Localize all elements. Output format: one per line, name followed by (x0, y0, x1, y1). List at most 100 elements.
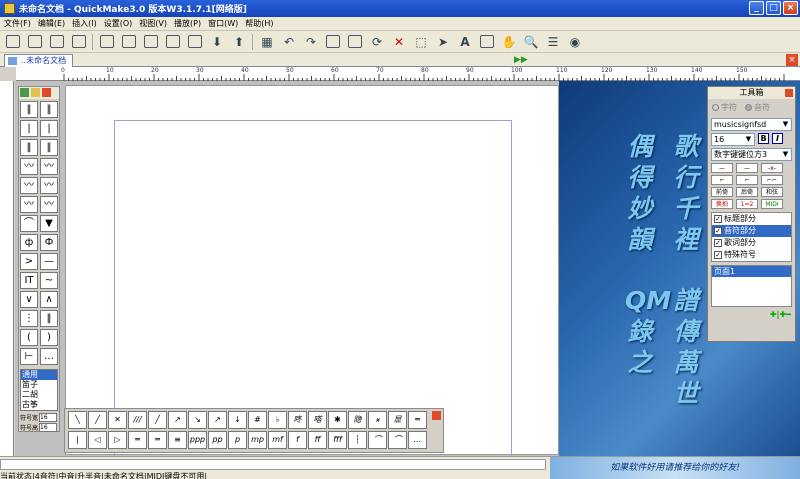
monitor-icon[interactable] (186, 33, 204, 51)
notation-button[interactable]: p (228, 431, 247, 449)
notation-button[interactable]: /// (128, 411, 147, 429)
menu-edit[interactable]: 编辑(E) (37, 18, 71, 29)
document-tab[interactable]: ..未命名文档 (4, 54, 74, 67)
command-input[interactable] (0, 459, 546, 470)
paste-icon[interactable] (346, 33, 364, 51)
section-special-item[interactable]: ✓ 特殊符号 (712, 249, 791, 261)
notation-button[interactable]: pp (208, 431, 227, 449)
close-button[interactable]: × (783, 1, 798, 15)
notation-button[interactable]: ↗ (168, 411, 187, 429)
bold-button[interactable]: B (758, 133, 769, 144)
notation-button[interactable]: ═ (408, 411, 427, 429)
menu-insert[interactable]: 插入(I) (71, 18, 103, 29)
notation-button[interactable]: ≡ (168, 431, 187, 449)
menu-view[interactable]: 视图(V) (138, 18, 173, 29)
print-icon[interactable] (70, 33, 88, 51)
maximize-button[interactable]: □ (766, 1, 781, 15)
list-icon[interactable]: ☰ (544, 33, 562, 51)
chord-button[interactable]: 和弦 (761, 187, 783, 197)
bracket-tool-button[interactable]: ⌐ (711, 175, 733, 185)
palette-folder-icon[interactable] (31, 88, 40, 97)
image-icon[interactable] (142, 33, 160, 51)
symbol-button[interactable]: > (20, 253, 38, 270)
menu-file[interactable]: 文件(F) (3, 18, 37, 29)
zoom-icon[interactable]: 🔍 (522, 33, 540, 51)
notation-button[interactable]: ⌒ (368, 431, 387, 449)
tab-close-icon[interactable]: × (786, 54, 798, 66)
symbol-button[interactable]: 〰 (40, 196, 58, 213)
symbol-button[interactable]: … (40, 348, 58, 365)
folder-icon[interactable] (164, 33, 182, 51)
symbol-button[interactable]: ‖ (40, 139, 58, 156)
radio-note[interactable]: 音符 (745, 102, 770, 113)
minimize-button[interactable]: _ (749, 1, 764, 15)
font-size-select[interactable]: 16 ▼ (711, 133, 755, 146)
symbol-button[interactable]: | (40, 120, 58, 137)
pointer-icon[interactable]: ➤ (434, 33, 452, 51)
ad-banner[interactable]: 如果软件好用请推荐给你的好友! (550, 457, 800, 479)
font-select[interactable]: musicsignfsd ▼ (711, 118, 792, 131)
line-tool-button[interactable]: — (711, 163, 733, 173)
symbol-button[interactable]: Ф (40, 234, 58, 251)
notation-button[interactable]: ⌒ (388, 431, 407, 449)
text-tool-icon[interactable]: A (456, 33, 474, 51)
instrument-list[interactable]: 通用 笛子 二胡 古筝 (20, 369, 58, 411)
symbol-button[interactable]: | (20, 120, 38, 137)
copy-icon[interactable] (324, 33, 342, 51)
notation-button[interactable]: mf (268, 431, 287, 449)
symbol-width-input[interactable]: 16 (39, 413, 58, 422)
symbol-button[interactable]: 〰 (20, 177, 38, 194)
instrument-option[interactable]: 二胡 (21, 390, 57, 400)
notation-button[interactable]: ╱ (148, 411, 167, 429)
grace-before-button[interactable]: 前倚 (711, 187, 733, 197)
upload-icon[interactable]: ⬆ (230, 33, 248, 51)
notation-button[interactable]: ┆ (348, 431, 367, 449)
notation-button[interactable]: mp (248, 431, 267, 449)
insert-image-icon[interactable] (478, 33, 496, 51)
symbol-button[interactable]: ‖ (20, 101, 38, 118)
symbol-button[interactable]: IT (20, 272, 38, 289)
open-file-icon[interactable] (26, 33, 44, 51)
notation-button[interactable]: | (68, 431, 87, 449)
symbol-button[interactable]: 〰 (40, 158, 58, 175)
notation-button[interactable]: ✕ (108, 411, 127, 429)
notation-button[interactable]: 嗒 (308, 411, 327, 429)
notation-button[interactable]: ↘ (188, 411, 207, 429)
notation-button[interactable]: ff (308, 431, 327, 449)
notation-button[interactable]: ═ (128, 431, 147, 449)
notation-palette-close-icon[interactable] (432, 411, 441, 420)
save-file-icon[interactable] (48, 33, 66, 51)
notation-button[interactable]: ▷ (108, 431, 127, 449)
symbol-button[interactable]: ⋮ (20, 310, 38, 327)
section-lyrics-item[interactable]: ✓ 歌词部分 (712, 237, 791, 249)
notation-button[interactable]: ╲ (68, 411, 87, 429)
symbol-button[interactable]: 〰 (40, 177, 58, 194)
notation-button[interactable]: ═ (148, 431, 167, 449)
instrument-option[interactable]: 古筝 (21, 400, 57, 410)
score-page[interactable] (65, 85, 559, 456)
grid-icon[interactable]: ▦ (258, 33, 276, 51)
notation-button[interactable]: ppp (188, 431, 207, 449)
menu-settings[interactable]: 设置(O) (103, 18, 139, 29)
symbol-button[interactable]: ф (20, 234, 38, 251)
delete-icon[interactable]: ✕ (390, 33, 408, 51)
notation-button[interactable]: ↗ (208, 411, 227, 429)
notation-button[interactable]: fff (328, 431, 347, 449)
symbol-button[interactable]: ‖ (40, 101, 58, 118)
symbol-button[interactable]: ⌒ (20, 215, 38, 232)
instrument-option[interactable]: 笛子 (21, 380, 57, 390)
symbol-button[interactable]: ) (40, 329, 58, 346)
notation-button[interactable]: 显 (388, 411, 407, 429)
bracket-tool-button[interactable]: ⌐⌐ (761, 175, 783, 185)
symbol-button[interactable]: ⊢ (20, 348, 38, 365)
notation-button[interactable]: … (408, 431, 427, 449)
page-add-remove-icons[interactable]: ✚|✚━ (708, 310, 795, 319)
key-layout-select[interactable]: 数字键键位方3 ▼ (711, 148, 792, 161)
notation-button[interactable]: ✱ (328, 411, 347, 429)
section-notes-item[interactable]: ✓ 音符部分 (712, 225, 791, 237)
notation-button[interactable]: 隐 (348, 411, 367, 429)
hand-icon[interactable]: ✋ (500, 33, 518, 51)
symbol-button[interactable]: ( (20, 329, 38, 346)
symbol-button[interactable]: ~ (40, 272, 58, 289)
download-icon[interactable]: ⬇ (208, 33, 226, 51)
